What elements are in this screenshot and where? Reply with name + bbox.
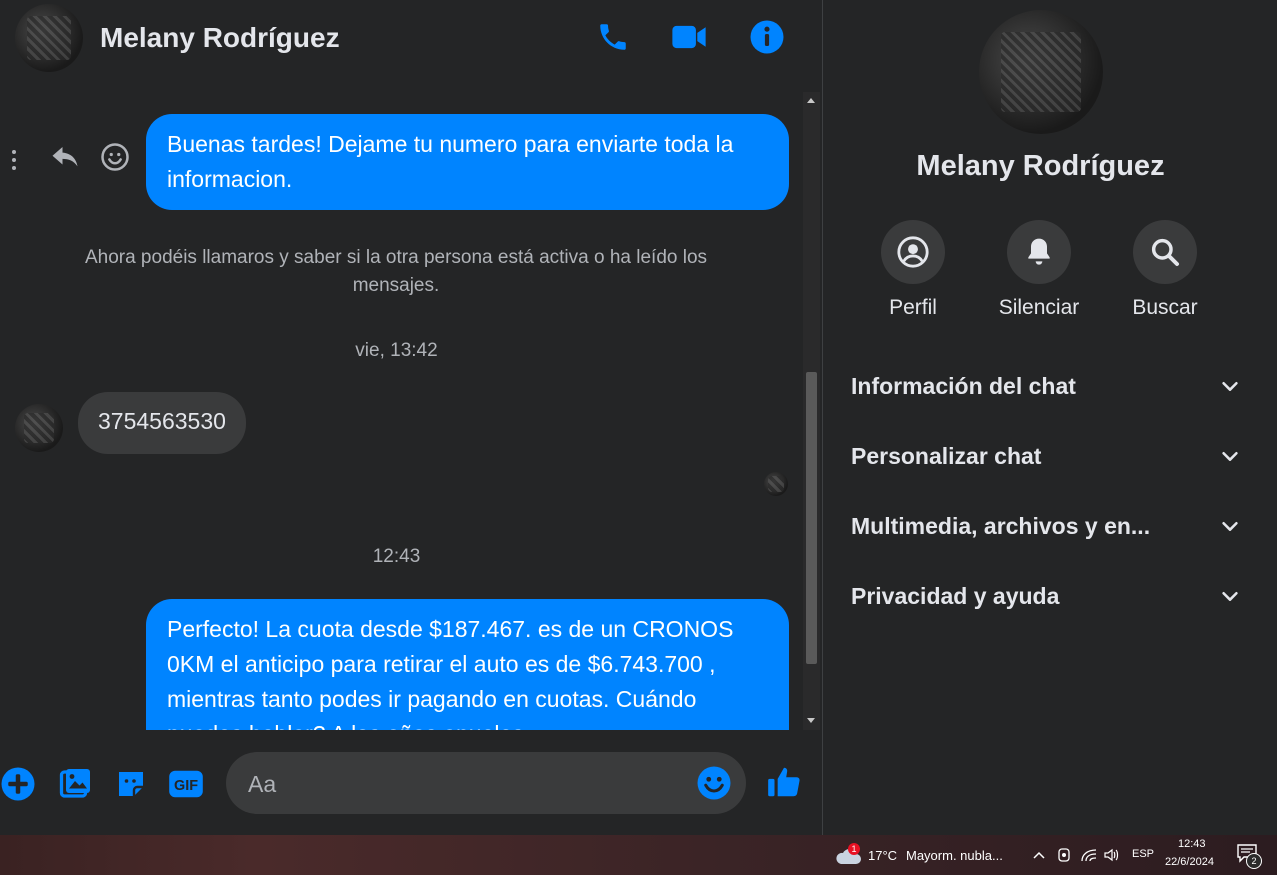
chevron-down-icon (1222, 381, 1238, 391)
section-title: Privacidad y ayuda (851, 582, 1060, 609)
section-privacy-help[interactable]: Privacidad y ayuda (851, 576, 1241, 616)
svg-text:GIF: GIF (174, 778, 198, 794)
more-options-icon[interactable] (8, 149, 20, 170)
scrollbar[interactable] (803, 92, 820, 730)
notification-count-badge: 2 (1246, 853, 1262, 869)
image-icon[interactable] (57, 766, 93, 802)
clock-date[interactable]: 22/6/2024 (1165, 856, 1214, 868)
windows-taskbar: 1 17°C Mayorm. nubla... ESP 12:43 22/6/2… (0, 835, 1277, 875)
notification-center-button[interactable]: 2 (1236, 843, 1262, 869)
profile-button[interactable]: Perfil (858, 220, 968, 320)
like-icon[interactable] (764, 762, 804, 802)
conversation-info-panel: Melany Rodríguez Perfil Silenciar Buscar… (823, 0, 1277, 835)
weather-alert-badge: 1 (848, 843, 860, 855)
search-icon (1151, 238, 1179, 266)
contact-avatar-small[interactable] (15, 404, 63, 452)
plus-icon[interactable] (0, 766, 36, 802)
message-input[interactable] (246, 752, 690, 816)
scroll-up-arrow[interactable] (807, 98, 815, 103)
system-note: Ahora podéis llamaros y saber si la otra… (84, 247, 708, 296)
scroll-thumb[interactable] (806, 372, 817, 664)
section-title: Multimedia, archivos y en... (851, 512, 1151, 539)
read-receipt-avatar (764, 472, 788, 496)
chevron-up-icon[interactable] (1032, 849, 1046, 861)
section-title: Información del chat (851, 372, 1076, 399)
contact-avatar-large[interactable] (979, 10, 1103, 134)
message-actions (8, 142, 130, 177)
phone-icon[interactable] (594, 18, 632, 56)
emoji-icon[interactable] (696, 765, 732, 806)
meet-now-icon[interactable] (1056, 847, 1072, 863)
section-chat-info[interactable]: Información del chat (851, 366, 1241, 406)
react-emoji-icon[interactable] (100, 142, 130, 177)
chevron-down-icon (1222, 451, 1238, 461)
chat-header: Melany Rodríguez (0, 0, 822, 80)
composer: GIF (0, 740, 822, 830)
chevron-down-icon (1222, 591, 1238, 601)
search-label: Buscar (1132, 296, 1198, 319)
contact-avatar[interactable] (15, 4, 83, 72)
profile-icon (897, 236, 929, 268)
info-icon[interactable] (748, 18, 786, 56)
profile-label: Perfil (889, 296, 937, 319)
volume-icon[interactable] (1103, 847, 1121, 863)
message-list[interactable]: Buenas tardes! Dejame tu numero para env… (0, 92, 803, 730)
section-media-files[interactable]: Multimedia, archivos y en... (851, 506, 1241, 546)
gif-icon[interactable]: GIF (168, 766, 204, 802)
message-input-wrapper (226, 752, 746, 816)
mute-button[interactable]: Silenciar (984, 220, 1094, 320)
reply-icon[interactable] (50, 144, 80, 175)
weather-widget[interactable]: 1 17°C Mayorm. nubla... (834, 843, 1014, 869)
section-title: Personalizar chat (851, 442, 1042, 469)
clock-time[interactable]: 12:43 (1178, 838, 1206, 850)
incoming-message[interactable]: 3754563530 (78, 392, 246, 454)
language-indicator[interactable]: ESP (1132, 848, 1154, 860)
chat-panel: Melany Rodríguez Buenas tardes! Dejame t… (0, 0, 822, 835)
outgoing-message[interactable]: Buenas tardes! Dejame tu numero para env… (146, 114, 789, 210)
chevron-down-icon (1222, 521, 1238, 531)
timestamp: 12:43 (372, 546, 421, 567)
timestamp: vie, 13:42 (355, 340, 438, 361)
wifi-icon[interactable] (1080, 847, 1098, 863)
bell-icon (1028, 238, 1050, 265)
video-icon[interactable] (670, 18, 708, 56)
scroll-down-arrow[interactable] (807, 718, 815, 723)
contact-name-large: Melany Rodríguez (916, 150, 1165, 182)
contact-name[interactable]: Melany Rodríguez (100, 22, 340, 54)
outgoing-message[interactable]: Perfecto! La cuota desde $187.467. es de… (146, 599, 789, 730)
section-customize-chat[interactable]: Personalizar chat (851, 436, 1241, 476)
sticker-icon[interactable] (113, 766, 149, 802)
weather-temp: 17°C (868, 848, 898, 863)
mute-label: Silenciar (998, 296, 1080, 319)
search-button[interactable]: Buscar (1110, 220, 1220, 320)
weather-desc: Mayorm. nubla... (906, 848, 1003, 863)
